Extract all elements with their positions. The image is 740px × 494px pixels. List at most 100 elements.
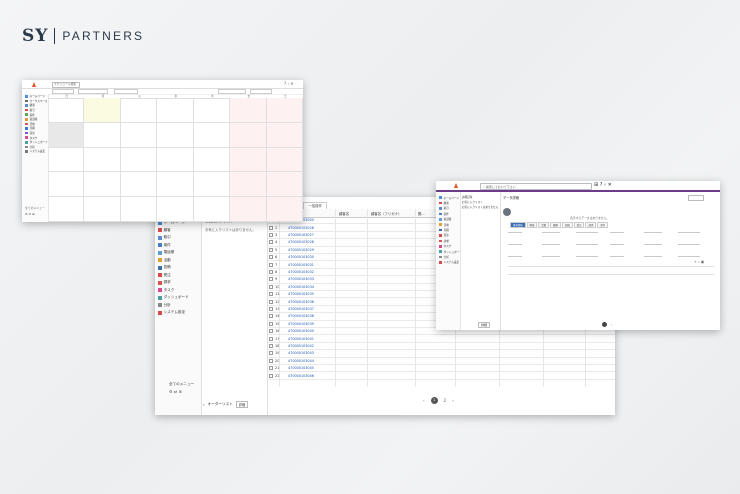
list-sidebar-item-5[interactable]: 活動 [155, 257, 201, 265]
pager-prev[interactable]: ‹ [423, 398, 425, 403]
detail-pager-current[interactable] [602, 322, 607, 327]
calendar-day-cell[interactable] [266, 172, 303, 198]
row-id-link[interactable]: 470000103030 [285, 255, 314, 259]
row-id-link[interactable]: 470000103028 [285, 240, 314, 244]
calendar-day-cell[interactable] [230, 98, 267, 123]
calendar-day-cell[interactable] [230, 122, 267, 148]
calendar-day-cell[interactable] [120, 172, 158, 198]
list-sidebar-item-11[interactable]: 分析 [155, 302, 201, 310]
detail-left-item[interactable]: お気に入りリストはありません。 [462, 205, 498, 210]
calendar-day-cell[interactable] [193, 122, 231, 148]
calendar-day-cell[interactable] [266, 98, 303, 123]
calendar-day-cell[interactable] [193, 98, 231, 123]
detail-window-icons[interactable]: ⊞ ? ‹ ✕ [594, 182, 612, 188]
list-sidebar-all-menu[interactable]: 全てのメニュー [169, 382, 194, 387]
col-postal[interactable]: 郵... [418, 211, 425, 216]
calendar-day-cell[interactable] [157, 147, 194, 173]
calendar-day-cell[interactable] [230, 147, 267, 173]
list-sidebar-tools: ⚙ ⇄ ⊞ [169, 389, 182, 394]
row-id-link[interactable]: 470000103034 [285, 285, 314, 289]
calendar-day-cell[interactable] [266, 147, 303, 173]
calendar-day-cell[interactable] [193, 147, 231, 173]
calendar-day-cell[interactable] [120, 147, 158, 173]
row-id-link[interactable]: 470000103040 [285, 329, 314, 333]
row-id-link[interactable]: 470000103031 [285, 263, 314, 267]
form-field-placeholder [644, 256, 662, 258]
row-id-link[interactable]: 470000103042 [285, 344, 314, 348]
list-sidebar-item-4[interactable]: 電話帳 [155, 249, 201, 257]
detail-tools[interactable]: + ⌕ ▣ [694, 260, 704, 264]
calendar-day-cell[interactable] [84, 147, 121, 173]
calendar-day-cell[interactable] [48, 122, 85, 148]
calendar-day-cell[interactable] [120, 98, 158, 123]
list-sidebar-item-9[interactable]: タスク [155, 287, 201, 295]
calendar-day-cell[interactable] [84, 98, 121, 123]
calendar-day-cell[interactable] [157, 172, 194, 198]
calendar-sidebar-item-12[interactable]: システム設定 [22, 149, 48, 154]
table-row[interactable]: 17 470000103041 [267, 335, 615, 343]
row-id-link[interactable]: 470000103033 [285, 277, 314, 281]
calendar-sidebar: ホームページ ワークスペース 顧客 取引 案件 電話帳 活動 見積 受注 タスク ダッシュボード 分析… [22, 94, 49, 222]
detail-pager-next[interactable]: › [611, 323, 612, 327]
row-id-link[interactable]: 470000103041 [285, 337, 314, 341]
table-row[interactable]: 22 470000103046 [267, 372, 615, 380]
order-list-select[interactable]: 詳細 [235, 400, 249, 408]
pager-current[interactable]: 1 [430, 397, 438, 404]
calendar-day-cell[interactable] [48, 197, 85, 222]
calendar-sidebar-all-menu[interactable]: 全てのメニュー [25, 206, 45, 210]
row-id-link[interactable]: 470000103046 [285, 374, 314, 378]
calendar-day-cell[interactable] [193, 197, 231, 222]
row-id-link[interactable]: 470000103044 [285, 359, 314, 363]
table-row[interactable]: 18 470000103042 [267, 343, 615, 351]
pager-next[interactable]: › [452, 398, 454, 403]
row-id-link[interactable]: 470000103032 [285, 270, 314, 274]
row-id-link[interactable]: 470000103043 [285, 351, 314, 355]
calendar-day-cell[interactable] [48, 172, 85, 198]
calendar-day-cell[interactable] [157, 197, 194, 222]
row-id-link[interactable]: 470000103035 [285, 292, 314, 296]
col-customer-kana[interactable]: 顧客名（フリガナ） [371, 211, 402, 216]
window-icons[interactable]: ? ‹ ✕ [284, 81, 294, 86]
calendar-day-cell[interactable] [84, 122, 121, 148]
row-id-link[interactable]: 470000103039 [285, 322, 314, 326]
list-sidebar-item-8[interactable]: 請求 [155, 279, 201, 287]
calendar-day-cell[interactable] [230, 172, 267, 198]
calendar-day-cell[interactable] [120, 122, 158, 148]
detail-footer-button[interactable]: 詳細 [478, 322, 491, 328]
calendar-day-cell[interactable] [266, 197, 303, 222]
calendar-day-cell[interactable] [230, 197, 267, 222]
row-id-link[interactable]: 470000103037 [285, 307, 314, 311]
col-customer-name[interactable]: 顧客名 [339, 211, 349, 216]
list-sidebar-item-10[interactable]: ダッシュボード [155, 294, 201, 302]
calendar-day-cell[interactable] [48, 147, 85, 173]
detail-action-btn[interactable] [688, 195, 704, 201]
list-sidebar-item-1[interactable]: 顧客 [155, 227, 201, 235]
row-id-link[interactable]: 470000103027 [285, 233, 314, 237]
calendar-day-cell[interactable] [120, 197, 158, 222]
list-sidebar-item-2[interactable]: 取引 [155, 234, 201, 242]
calendar-day-cell[interactable] [157, 122, 194, 148]
calendar-day-cell[interactable] [48, 98, 85, 123]
calendar-day-cell[interactable] [84, 172, 121, 198]
chevron-right-icon[interactable]: › [203, 402, 205, 407]
pager-next-page[interactable]: 2 [444, 398, 447, 403]
row-id-link[interactable]: 470000103029 [285, 248, 314, 252]
list-sidebar-item-12[interactable]: システム設定 [155, 309, 201, 317]
row-id-link[interactable]: 470000103026 [285, 226, 314, 230]
calendar-day-cell[interactable] [84, 197, 121, 222]
table-row[interactable]: 21 470000103045 [267, 365, 615, 373]
list-sidebar-item-6[interactable]: 見積 [155, 264, 201, 272]
detail-sidebar-item-label: 案件 [443, 212, 449, 216]
list-sidebar-item-7[interactable]: 受注 [155, 272, 201, 280]
detail-sidebar-item-12[interactable]: システム設定 [436, 260, 460, 265]
row-id-link[interactable]: 470000103045 [285, 366, 314, 370]
calendar-day-cell[interactable] [157, 98, 194, 123]
calendar-day-cell[interactable] [266, 122, 303, 148]
row-id-link[interactable]: 470000103036 [285, 300, 314, 304]
row-id-link[interactable]: 470000103038 [285, 314, 314, 318]
list-sidebar-item-3[interactable]: 案件 [155, 242, 201, 250]
table-row[interactable]: 20 470000103044 [267, 358, 615, 365]
detail-search-input[interactable]: ⌕ 検索しておいて下さい [480, 183, 592, 190]
table-row[interactable]: 19 470000103043 [267, 350, 615, 358]
calendar-day-cell[interactable] [193, 172, 231, 198]
